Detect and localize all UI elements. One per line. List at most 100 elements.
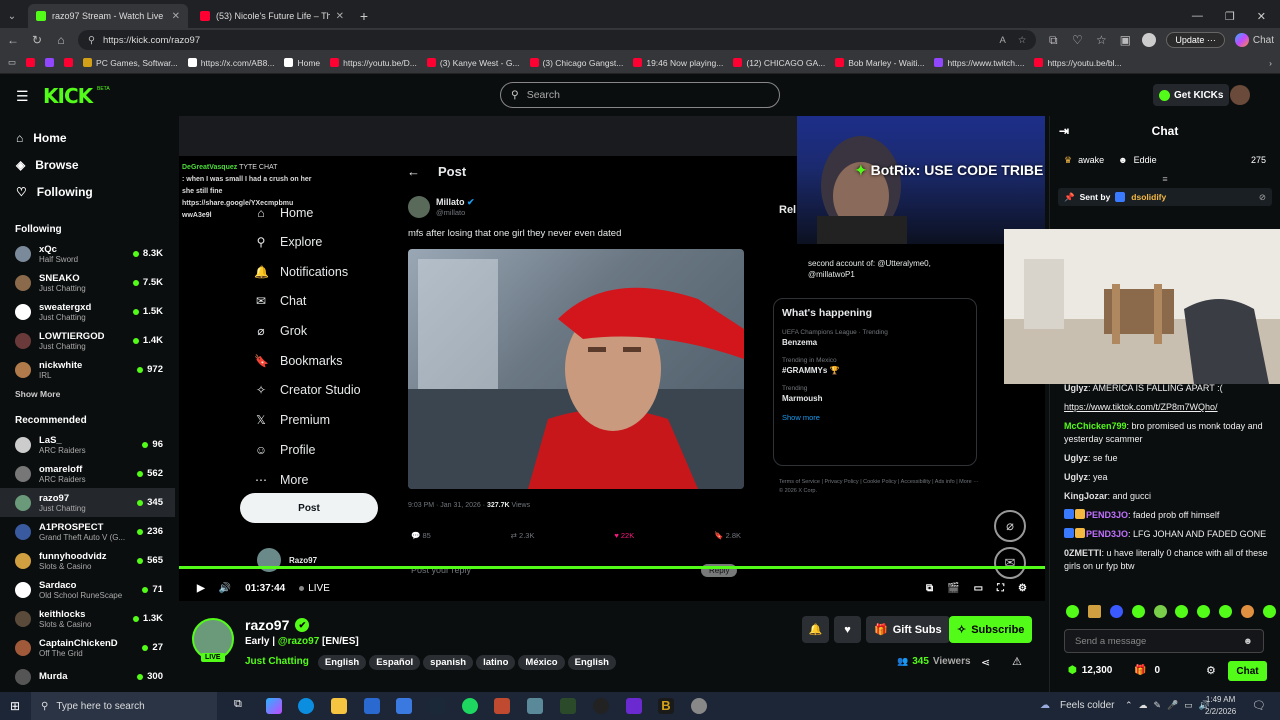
chat-username[interactable]: Uglyz — [1064, 472, 1088, 482]
stream-tag[interactable]: Español — [369, 655, 421, 670]
favorites-icon[interactable]: ☆ — [1094, 33, 1108, 47]
sidebar-channel[interactable]: LOWTIERGOD Just Chatting 1.4K — [0, 326, 175, 355]
weather-text[interactable]: Feels colder — [1060, 700, 1114, 711]
chat-username[interactable]: 0ZMETTI — [1064, 548, 1102, 558]
user-avatar[interactable] — [1230, 85, 1250, 105]
chat-message-input[interactable]: Send a message ☻ — [1064, 629, 1264, 653]
b-app-icon[interactable]: B — [658, 698, 674, 714]
collections-icon[interactable]: ▣ — [1118, 33, 1132, 47]
taskbar-search[interactable]: ⚲ Type here to search — [31, 692, 217, 720]
bookmark-item[interactable]: https://www.twitch.... — [934, 58, 1024, 68]
bookmark-youtube-icon[interactable] — [26, 58, 36, 67]
close-window-icon[interactable]: ✕ — [1257, 10, 1266, 23]
gift-count[interactable]: 🎁 0 — [1134, 665, 1160, 676]
chat-username[interactable]: PEND3JO — [1086, 529, 1128, 539]
windows-start-icon[interactable]: ⊞ — [10, 699, 20, 713]
stream-tag[interactable]: English — [317, 655, 367, 670]
report-icon[interactable]: ⚠ — [1012, 655, 1022, 668]
minimize-icon[interactable]: — — [1192, 10, 1203, 22]
bookmark-item[interactable]: https://youtu.be/bl... — [1034, 58, 1122, 68]
sidebar-channel[interactable]: Murda 300 — [0, 662, 175, 691]
theater-mode-icon[interactable]: ▭ — [974, 583, 983, 594]
profile-avatar[interactable] — [1142, 33, 1157, 47]
file-explorer-icon[interactable] — [331, 698, 347, 714]
sidebar-channel[interactable]: omareloff ARC Raiders 562 — [0, 459, 175, 488]
store-icon[interactable] — [364, 698, 380, 714]
unpin-icon[interactable]: ⊘ — [1259, 192, 1266, 203]
stream-title-mention[interactable]: @razo97 — [278, 636, 319, 647]
bookmark-item[interactable]: 19:46 Now playing... — [633, 58, 723, 68]
steam-icon[interactable] — [429, 698, 445, 714]
emote-icon[interactable] — [1241, 605, 1254, 618]
bookmark-item[interactable]: https://x.com/AB8... — [187, 58, 274, 68]
bookmark-item[interactable]: (12) CHICAGO GA... — [733, 58, 825, 68]
task-view-icon[interactable]: ⧉ — [234, 698, 250, 714]
follow-heart-button[interactable]: ♥ — [834, 616, 861, 643]
chat-username[interactable]: Uglyz — [1064, 453, 1088, 463]
emote-icon[interactable] — [1109, 605, 1123, 618]
stream-tag[interactable]: México — [518, 655, 565, 670]
sidebar-channel[interactable]: LaS_ ARC Raiders 96 — [0, 430, 175, 459]
copilot-taskbar-icon[interactable] — [266, 698, 282, 714]
clip-icon[interactable]: 🎬 — [947, 583, 959, 594]
subscribe-button[interactable]: ✧ Subscribe — [949, 616, 1033, 643]
app-icon[interactable] — [560, 698, 576, 714]
app-icon[interactable] — [527, 698, 543, 714]
bookmark-item[interactable]: PC Games, Softwar... — [83, 58, 178, 68]
url-field[interactable]: ⚲ https://kick.com/razo97 A ☆ — [78, 30, 1037, 50]
collapse-chat-icon[interactable]: ⇥ — [1059, 124, 1069, 138]
emote-icon[interactable] — [1087, 605, 1101, 618]
close-tab-icon[interactable]: ✕ — [172, 11, 180, 22]
update-button[interactable]: Update ··· — [1166, 32, 1225, 48]
show-more-button[interactable]: Show More — [0, 384, 175, 404]
bookmarks-overflow-icon[interactable]: › — [1269, 58, 1272, 68]
bookmark-item[interactable]: (3) Chicago Gangst... — [529, 58, 623, 68]
sidebar-channel[interactable]: razo97 Just Chatting 345 — [0, 488, 175, 517]
kicks-balance[interactable]: ⬢ 12,300 — [1068, 665, 1112, 676]
sidebar-channel[interactable]: SNEAKO Just Chatting 7.5K — [0, 268, 175, 297]
tab-youtube[interactable]: (53) Nicole's Future Life – The Wo ✕ — [192, 4, 352, 28]
streamer-name[interactable]: razo97 — [245, 617, 289, 633]
stream-tag[interactable]: spanish — [423, 655, 474, 670]
tab-kick[interactable]: razo97 Stream - Watch Live on Kick ✕ — [28, 4, 188, 28]
menu-icon[interactable]: ☰ — [16, 88, 29, 105]
edge-taskbar-icon[interactable] — [298, 698, 314, 714]
settings-gear-icon[interactable]: ⚙ — [1018, 583, 1027, 594]
chat-username[interactable]: Uglyz — [1064, 383, 1088, 393]
bookmark-youtube-icon[interactable] — [64, 58, 74, 67]
nav-browse[interactable]: ◈ Browse — [0, 151, 175, 178]
reading-list-icon[interactable]: ▭ — [8, 57, 16, 68]
bookmark-item[interactable]: (3) Kanye West - G... — [426, 58, 520, 68]
emote-icon[interactable] — [1153, 605, 1167, 618]
sidebar-channel[interactable]: CaptainChickenD Off The Grid 27 — [0, 633, 175, 662]
stream-tag[interactable]: latino — [476, 655, 516, 670]
sidebar-channel[interactable]: nickwhite IRL 972 — [0, 355, 175, 384]
video-progress-bar[interactable] — [179, 566, 1045, 569]
home-icon[interactable]: ⌂ — [54, 33, 68, 47]
emote-icon[interactable] — [1131, 605, 1145, 618]
gift-subs-button[interactable]: 🎁 Gift Subs — [866, 616, 950, 643]
notification-bell-button[interactable]: 🔔 — [802, 616, 829, 643]
nav-home[interactable]: ⌂ Home — [0, 124, 175, 151]
nav-following[interactable]: ♡ Following — [0, 178, 175, 205]
bookmark-twitch-icon[interactable] — [45, 58, 55, 67]
stream-category[interactable]: Just Chatting — [245, 656, 309, 667]
emote-icon[interactable] — [1219, 605, 1233, 618]
video-player[interactable]: DeGreatVasquez TYTE CHAT : when I was sm… — [179, 116, 1045, 601]
chat-username[interactable]: McChicken799 — [1064, 421, 1127, 431]
chat-settings-icon[interactable]: ⚙ — [1206, 664, 1216, 677]
app-icon[interactable] — [494, 698, 510, 714]
outlook-icon[interactable] — [396, 698, 412, 714]
sidebar-channel[interactable]: sweatergxd Just Chatting 1.5K — [0, 297, 175, 326]
reload-icon[interactable]: ↻ — [30, 33, 44, 47]
send-chat-button[interactable]: Chat — [1228, 661, 1267, 681]
emote-icon[interactable] — [1262, 605, 1276, 618]
browser-essentials-icon[interactable]: ♡ — [1070, 33, 1084, 47]
copilot-chat-button[interactable]: Chat — [1234, 33, 1274, 47]
spotify-icon[interactable] — [462, 698, 478, 714]
app-icon[interactable] — [691, 698, 707, 714]
tab-list-icon[interactable]: ⌄ — [0, 4, 24, 28]
stream-tag[interactable]: English — [567, 655, 616, 670]
emoji-icon[interactable]: ☻ — [1243, 636, 1253, 647]
search-input[interactable]: ⚲ Search — [500, 82, 780, 108]
